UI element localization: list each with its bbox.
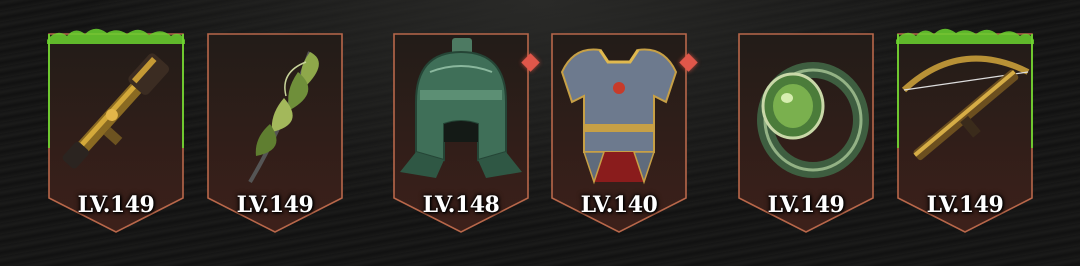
item-level-label: LV.149 [236,192,314,218]
helmet-icon [400,38,522,178]
equipment-strip: LV.149 LV.149 LV.148 LV.140 LV.149 LV.14… [0,0,1080,266]
item-level-label: LV.148 [422,192,500,218]
item-level-label: LV.149 [77,192,155,218]
rifle-icon [62,53,170,169]
chest-armor-icon [560,48,678,185]
item-level-label: LV.140 [580,192,658,218]
equipment-slot-ring[interactable]: LV.149 [737,28,875,236]
item-level-label: LV.149 [926,192,1004,218]
equipment-slot-rifle[interactable]: LV.149 [47,28,185,236]
ring-icon [757,62,869,178]
crossbow-icon [901,55,1030,161]
equipment-slot-crossbow[interactable]: LV.149 [896,28,1034,236]
equipment-slot-leaf-charm[interactable]: LV.149 [206,28,344,236]
equipment-slot-chest-armor[interactable]: LV.140 [550,28,698,236]
item-level-label: LV.149 [767,192,845,218]
equipment-slot-helmet[interactable]: LV.148 [392,28,540,236]
leaf-charm-icon [248,51,319,184]
